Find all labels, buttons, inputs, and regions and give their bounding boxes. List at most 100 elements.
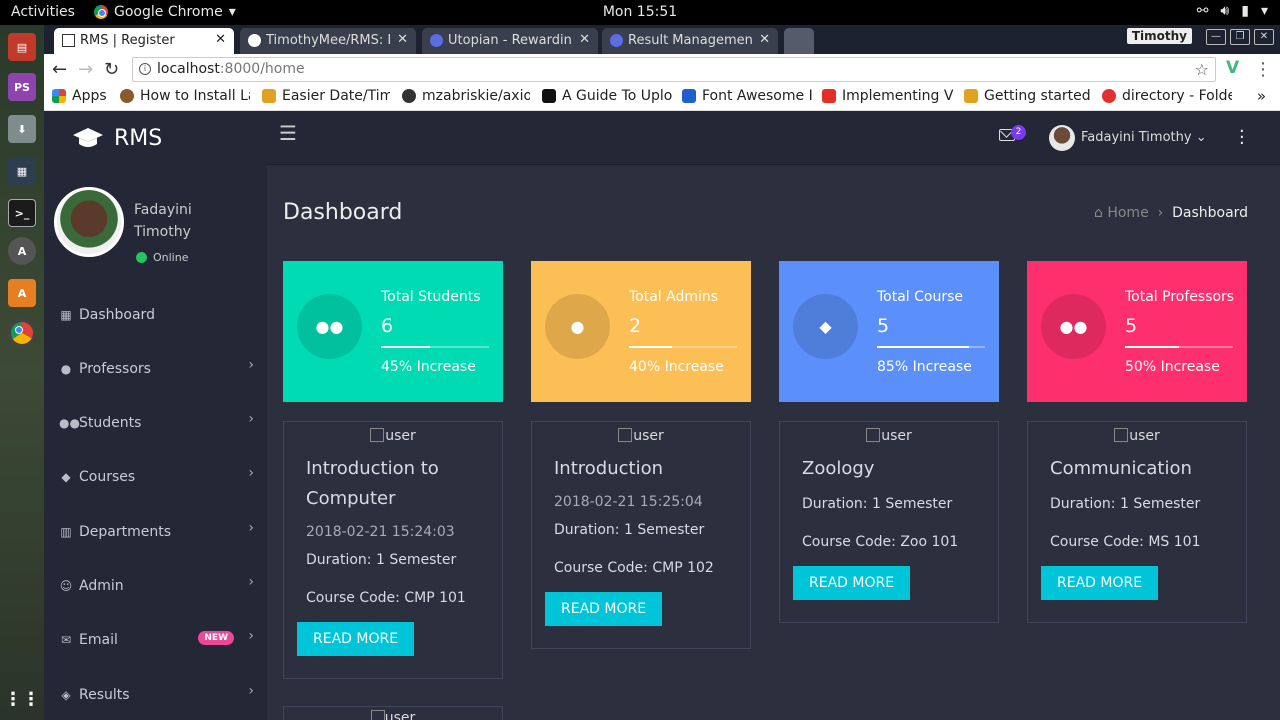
stat-progress-fill bbox=[381, 346, 430, 348]
course-title: Introduction bbox=[554, 458, 664, 479]
stat-progress-bar bbox=[1125, 346, 1233, 348]
chevron-right-icon: › bbox=[248, 357, 254, 373]
sidebar-item-professors[interactable]: ● Professors › bbox=[59, 357, 254, 381]
broken-image-icon bbox=[370, 428, 385, 442]
stat-progress-fill bbox=[1125, 346, 1179, 348]
image-alt-text: user bbox=[1129, 428, 1160, 444]
profile-name: Fadayini Timothy bbox=[134, 202, 192, 240]
sidebar-item-label: Dashboard bbox=[79, 307, 155, 323]
sidebar-item-students[interactable]: ●● Students › bbox=[59, 411, 254, 435]
users-icon: ●● bbox=[1041, 294, 1106, 359]
bookmark-item[interactable]: Font Awesome Ic bbox=[682, 88, 812, 104]
info-icon[interactable]: i bbox=[139, 63, 151, 75]
user-icon: ● bbox=[545, 294, 610, 359]
online-status: Online bbox=[136, 251, 188, 264]
bookmark-item[interactable]: Implementing V bbox=[822, 88, 954, 104]
tab-utopian[interactable]: Utopian - Rewardin ✕ bbox=[422, 28, 598, 54]
reload-icon[interactable]: ↻ bbox=[104, 59, 119, 80]
profile-button[interactable]: Timothy bbox=[1126, 28, 1192, 44]
files-app-icon[interactable]: ▤ bbox=[8, 33, 36, 61]
bookmark-star-icon[interactable]: ☆ bbox=[1195, 60, 1209, 79]
close-tab-icon[interactable]: ✕ bbox=[579, 32, 590, 47]
bookmark-item[interactable]: Getting started v bbox=[964, 88, 1094, 104]
site-icon bbox=[542, 89, 556, 103]
course-image: user bbox=[1028, 428, 1246, 444]
address-bar[interactable]: i localhost:8000/home ☆ bbox=[132, 57, 1216, 82]
update-app-icon[interactable]: A bbox=[8, 237, 36, 265]
avatar[interactable] bbox=[1049, 125, 1075, 151]
sidebar-item-admin[interactable]: ☺ Admin › bbox=[59, 574, 254, 598]
bookmark-item[interactable]: Easier Date/Time bbox=[262, 88, 390, 104]
user-menu[interactable]: Fadayini Timothy ⌄ bbox=[1081, 130, 1207, 145]
github-icon bbox=[248, 34, 261, 47]
maximize-icon[interactable]: ❐ bbox=[1230, 29, 1250, 45]
menu-toggle-icon[interactable]: ☰ bbox=[279, 121, 297, 145]
chrome-menu-icon[interactable]: ⋮ bbox=[1254, 59, 1272, 80]
course-date: 2018-02-21 15:24:03 bbox=[306, 524, 455, 540]
sidebar-item-results[interactable]: ◈ Results › bbox=[59, 683, 254, 707]
sidebar-item-departments[interactable]: ▥ Departments › bbox=[59, 520, 254, 544]
activities-button[interactable]: Activities bbox=[11, 4, 75, 20]
sidebar-item-email[interactable]: ✉ Email NEW › bbox=[59, 628, 254, 652]
bookmark-label: How to Install La bbox=[140, 88, 250, 104]
graduation-cap-icon bbox=[73, 128, 103, 147]
sidebar: Fadayini Timothy Online ▦ Dashboard ● Prof… bbox=[44, 165, 267, 720]
more-options-icon[interactable]: · · · bbox=[1239, 123, 1245, 153]
close-tab-icon[interactable]: ✕ bbox=[397, 32, 408, 47]
bookmark-apps[interactable]: Apps bbox=[52, 88, 114, 104]
chrome-app-icon[interactable] bbox=[8, 319, 36, 347]
chevron-right-icon: › bbox=[248, 465, 254, 481]
app-menu[interactable]: Google Chrome ▾ bbox=[94, 4, 236, 20]
video-app-icon[interactable]: ▦ bbox=[8, 157, 36, 185]
brand-logo[interactable]: RMS bbox=[44, 111, 267, 165]
bookmark-label: Implementing V bbox=[842, 88, 954, 104]
bookmark-item[interactable]: directory - Folde bbox=[1102, 88, 1232, 104]
back-icon[interactable]: ← bbox=[52, 59, 67, 80]
sidebar-item-dashboard[interactable]: ▦ Dashboard bbox=[59, 303, 254, 327]
envelope-icon: ✉ bbox=[60, 633, 72, 647]
system-tray[interactable]: ⚯ 🔊︎ ▮ ▾ bbox=[1197, 3, 1268, 19]
bookmark-item[interactable]: mzabriskie/axios bbox=[402, 88, 530, 104]
bookmark-item[interactable]: A Guide To Uploa bbox=[542, 88, 672, 104]
tab-github[interactable]: TimothyMee/RMS: I ✕ bbox=[240, 28, 416, 54]
installer-app-icon[interactable]: ⬇ bbox=[8, 115, 36, 143]
forward-icon[interactable]: → bbox=[78, 59, 93, 80]
close-tab-icon[interactable]: ✕ bbox=[759, 32, 770, 47]
tab-label: Utopian - Rewardin bbox=[448, 33, 572, 48]
show-apps-icon[interactable]: ⋮⋮ bbox=[4, 685, 40, 713]
chevron-right-icon: › bbox=[248, 574, 254, 590]
user-icon: ● bbox=[60, 362, 72, 376]
image-alt-text: user bbox=[384, 710, 416, 720]
read-more-button[interactable]: READ MORE bbox=[297, 622, 415, 656]
graduation-cap-icon: ◆ bbox=[793, 294, 858, 359]
read-more-button[interactable]: READ MORE bbox=[1041, 566, 1159, 600]
new-tab-button[interactable] bbox=[784, 28, 814, 54]
site-icon bbox=[120, 89, 134, 103]
minimize-icon[interactable]: — bbox=[1206, 29, 1226, 45]
close-tab-icon[interactable]: ✕ bbox=[215, 32, 226, 47]
app-header: ☰ 2 Fadayini Timothy ⌄ · · · bbox=[267, 111, 1280, 165]
chevron-right-icon: › bbox=[248, 628, 254, 644]
bookmarks-bar: Apps How to Install La Easier Date/Time … bbox=[44, 85, 1280, 111]
smile-icon: ☺ bbox=[59, 579, 73, 593]
phpstorm-app-icon[interactable]: PS bbox=[8, 73, 36, 101]
read-more-button[interactable]: READ MORE bbox=[793, 566, 911, 600]
bookmark-item[interactable]: How to Install La bbox=[120, 88, 250, 104]
software-app-icon[interactable]: A bbox=[8, 279, 36, 307]
sidebar-item-courses[interactable]: ◆ Courses › bbox=[59, 465, 254, 489]
close-window-icon[interactable]: ✕ bbox=[1254, 29, 1274, 45]
terminal-app-icon[interactable]: >_ bbox=[8, 199, 36, 227]
tab-result-management[interactable]: Result Managemen ✕ bbox=[602, 28, 778, 54]
tab-rms-register[interactable]: RMS | Register ✕ bbox=[54, 28, 234, 54]
apps-grid-icon bbox=[52, 89, 66, 103]
more-bookmarks-icon[interactable]: » bbox=[1257, 87, 1266, 105]
course-card: user Introduction to Computer 2018-02-21… bbox=[283, 421, 503, 679]
vue-devtools-icon[interactable]: V bbox=[1226, 58, 1239, 78]
page-icon bbox=[62, 34, 75, 47]
power-menu-icon: ▾ bbox=[1260, 3, 1268, 19]
breadcrumb-home-link[interactable]: Home bbox=[1107, 205, 1148, 221]
stat-progress-fill bbox=[877, 346, 969, 348]
site-icon bbox=[1102, 89, 1116, 103]
read-more-button[interactable]: READ MORE bbox=[545, 592, 663, 626]
github-icon bbox=[402, 89, 416, 103]
